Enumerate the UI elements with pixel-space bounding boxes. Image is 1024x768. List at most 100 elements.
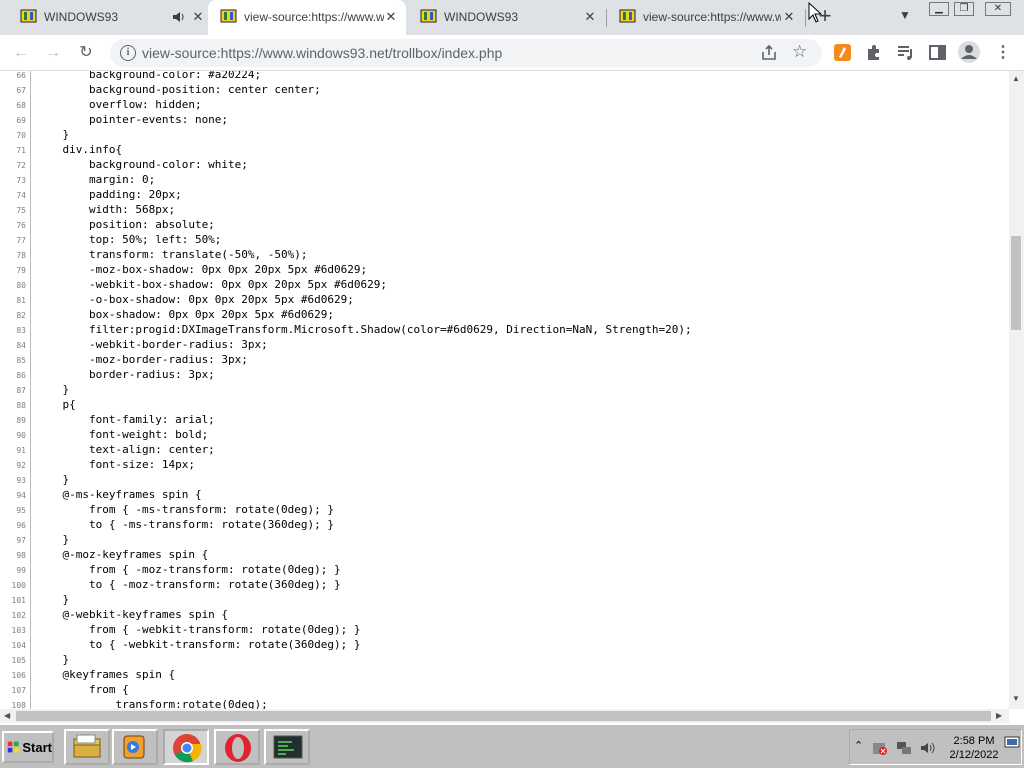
source-line: 88 p{ <box>0 397 1009 412</box>
tab-label: view-source:https://www.w <box>643 10 781 24</box>
address-bar[interactable]: i view-source:https://www.windows93.net/… <box>110 39 822 67</box>
volume-icon[interactable] <box>920 740 936 756</box>
taskbar-terminal-button[interactable] <box>264 729 310 765</box>
line-number: 78 <box>16 251 26 260</box>
scroll-down-arrow-icon[interactable]: ▼ <box>1012 694 1020 703</box>
source-line: 98 @-moz-keyframes spin { <box>0 547 1009 562</box>
line-code: filter:progid:DXImageTransform.Microsoft… <box>36 323 692 336</box>
line-code: to { -moz-transform: rotate(360deg); } <box>36 578 341 591</box>
vertical-scrollbar[interactable] <box>1009 71 1024 709</box>
line-number: 76 <box>16 221 26 230</box>
line-code: -webkit-box-shadow: 0px 0px 20px 5px #6d… <box>36 278 387 291</box>
bookmark-star-icon[interactable]: ☆ <box>792 42 807 62</box>
extension-orange-icon[interactable] <box>834 44 851 61</box>
source-line: 80 -webkit-box-shadow: 0px 0px 20px 5px … <box>0 277 1009 292</box>
side-panel-icon[interactable] <box>929 44 946 61</box>
taskbar-file-manager-button[interactable] <box>64 729 110 765</box>
network-icon[interactable] <box>896 740 912 756</box>
view-source-content: 66 background-color: #a20224; 67 backgrou… <box>0 71 1024 709</box>
line-code: background-position: center center; <box>36 83 321 96</box>
clock[interactable]: 2:58 PM 2/12/2022 <box>946 734 1002 762</box>
source-line: 71 div.info{ <box>0 142 1009 157</box>
tab-label: WINDOWS93 <box>444 10 519 24</box>
line-number: 91 <box>16 446 26 455</box>
source-line: 68 overflow: hidden; <box>0 97 1009 112</box>
source-line: 90 font-weight: bold; <box>0 427 1009 442</box>
clock-date: 2/12/2022 <box>949 749 999 761</box>
line-number: 98 <box>16 551 26 560</box>
tab-strip: WINDOWS93 ✕ view-source:https://www.w ✕ … <box>0 0 1024 35</box>
line-code: text-align: center; <box>36 443 215 456</box>
line-code: } <box>36 383 70 396</box>
extensions-puzzle-icon[interactable] <box>865 44 882 61</box>
line-code: } <box>36 473 70 486</box>
source-line: 103 from { -webkit-transform: rotate(0de… <box>0 622 1009 637</box>
line-number: 108 <box>11 701 26 709</box>
taskbar-media-player-button[interactable] <box>112 729 158 765</box>
taskbar-chrome-button[interactable] <box>163 729 209 765</box>
line-code: padding: 20px; <box>36 188 182 201</box>
line-number: 87 <box>16 386 26 395</box>
source-lines: 66 background-color: #a20224; 67 backgrou… <box>0 71 1009 709</box>
start-button[interactable]: Start <box>2 731 54 763</box>
vertical-scroll-thumb[interactable] <box>1011 236 1021 330</box>
tab-windows93-2[interactable]: WINDOWS93 ✕ <box>408 0 606 35</box>
menu-kebab-icon[interactable]: ⋮ <box>992 42 1014 64</box>
source-line: 100 to { -moz-transform: rotate(360deg);… <box>0 577 1009 592</box>
security-alert-icon[interactable] <box>872 740 888 756</box>
source-line: 66 background-color: #a20224; <box>0 71 1009 82</box>
line-number: 67 <box>16 86 26 95</box>
line-number: 90 <box>16 431 26 440</box>
line-code: @keyframes spin { <box>36 668 176 681</box>
scroll-left-arrow-icon[interactable]: ◀ <box>4 711 10 720</box>
line-code: -moz-border-radius: 3px; <box>36 353 248 366</box>
close-icon[interactable]: ✕ <box>781 9 797 25</box>
media-control-icon[interactable] <box>897 44 914 61</box>
line-code: font-size: 14px; <box>36 458 195 471</box>
window-close-button[interactable]: ✕ <box>985 2 1011 16</box>
share-icon[interactable] <box>760 44 778 62</box>
close-icon[interactable]: ✕ <box>383 9 399 25</box>
line-code: overflow: hidden; <box>36 98 202 111</box>
source-line: 104 to { -webkit-transform: rotate(360de… <box>0 637 1009 652</box>
close-icon[interactable]: ✕ <box>190 9 206 25</box>
line-number: 88 <box>16 401 26 410</box>
line-code: transform:rotate(0deg); <box>36 698 268 709</box>
source-line: 67 background-position: center center; <box>0 82 1009 97</box>
tab-view-source-2[interactable]: view-source:https://www.w ✕ <box>607 0 805 35</box>
line-code: background-color: white; <box>36 158 248 171</box>
profile-avatar-icon[interactable] <box>958 41 980 63</box>
source-line: 70 } <box>0 127 1009 142</box>
scroll-up-arrow-icon[interactable]: ▲ <box>1012 74 1020 83</box>
tab-view-source-active[interactable]: view-source:https://www.w ✕ <box>208 0 406 35</box>
tray-chevron-up-icon[interactable]: ⌃ <box>854 739 863 752</box>
reload-icon[interactable]: ↻ <box>75 42 97 64</box>
line-number: 106 <box>11 671 26 680</box>
restore-button[interactable]: ❐ <box>954 2 974 16</box>
horizontal-scroll-thumb[interactable] <box>16 711 991 721</box>
source-line: 101 } <box>0 592 1009 607</box>
line-number: 93 <box>16 476 26 485</box>
site-info-icon[interactable]: i <box>120 45 136 61</box>
close-icon[interactable]: ✕ <box>582 9 598 25</box>
tab-windows93-1[interactable]: WINDOWS93 ✕ <box>8 0 208 35</box>
source-line: 105 } <box>0 652 1009 667</box>
tab-search-chevron-icon[interactable]: ▼ <box>896 8 914 26</box>
line-number: 94 <box>16 491 26 500</box>
chrome-icon <box>173 734 202 763</box>
terminal-icon <box>273 735 303 759</box>
forward-arrow-icon[interactable]: → <box>42 42 64 64</box>
line-number: 83 <box>16 326 26 335</box>
source-line: 102 @-webkit-keyframes spin { <box>0 607 1009 622</box>
url-text[interactable]: view-source:https://www.windows93.net/tr… <box>142 45 502 61</box>
show-desktop-icon[interactable] <box>1004 736 1020 750</box>
scroll-right-arrow-icon[interactable]: ▶ <box>996 711 1002 720</box>
mouse-cursor-icon <box>808 2 822 23</box>
speaker-icon[interactable] <box>172 9 186 25</box>
minimize-button[interactable]: ▁ <box>929 2 949 16</box>
line-number: 101 <box>11 596 26 605</box>
line-code: font-weight: bold; <box>36 428 209 441</box>
back-arrow-icon[interactable]: ← <box>10 42 32 64</box>
line-code: top: 50%; left: 50%; <box>36 233 222 246</box>
taskbar-opera-button[interactable] <box>214 729 260 765</box>
